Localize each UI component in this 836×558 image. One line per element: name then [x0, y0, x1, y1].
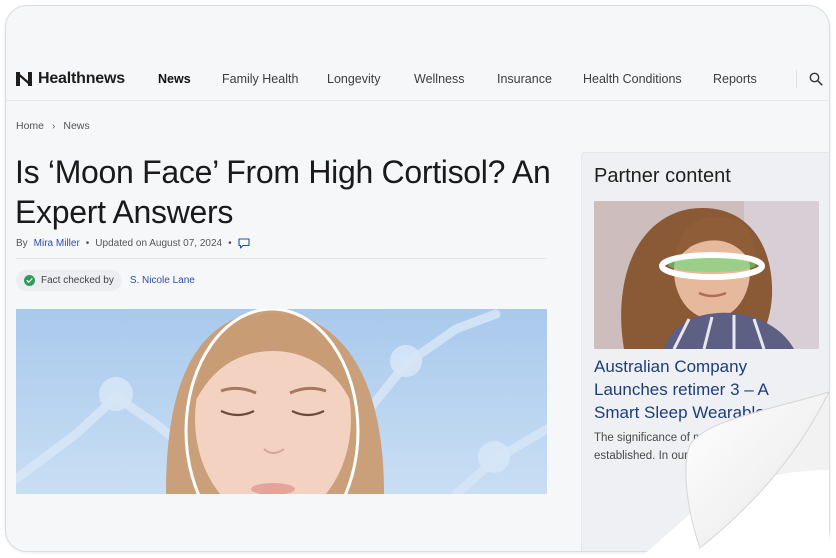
fact-check: Fact checked by S. Nicole Lane — [16, 270, 195, 291]
breadcrumb-home[interactable]: Home — [16, 120, 44, 132]
partner-article-title[interactable]: Australian Company Launches retimer 3 – … — [594, 355, 814, 424]
byline-divider — [16, 258, 547, 259]
fact-check-badge: Fact checked by — [16, 270, 122, 291]
byline-dot: • — [228, 238, 232, 249]
top-navigation: Healthnews News Family Health Longevity … — [6, 56, 829, 101]
byline-prefix: By — [16, 238, 28, 249]
partner-photo-illustration — [594, 201, 819, 349]
breadcrumb-news[interactable]: News — [63, 120, 89, 132]
author-link[interactable]: Mira Miller — [34, 238, 80, 249]
browser-page: Healthnews News Family Health Longevity … — [5, 5, 830, 552]
sidebar-heading: Partner content — [594, 165, 731, 187]
article-byline: By Mira Miller • Updated on August 07, 2… — [16, 238, 250, 249]
healthnews-logo-icon — [16, 72, 32, 86]
brand-logo[interactable]: Healthnews — [16, 70, 125, 88]
nav-item-longevity[interactable]: Longevity — [327, 72, 381, 86]
partner-article-excerpt: The significance of mental, and emoti es… — [594, 432, 785, 462]
breadcrumb: Home › News — [16, 120, 90, 132]
article-hero-image — [16, 309, 547, 494]
article-title: Is ‘Moon Face’ From High Cortisol? An Ex… — [15, 154, 551, 230]
nav-item-wellness[interactable]: Wellness — [414, 72, 464, 86]
fact-check-label: Fact checked by — [41, 275, 114, 286]
partner-content-sidebar: Partner content Australian Company Launc… — [581, 152, 829, 551]
nav-item-family-health[interactable]: Family Health — [222, 72, 298, 86]
byline-dot: • — [85, 238, 90, 249]
partner-article-image[interactable] — [594, 201, 819, 349]
brand-name: Healthnews — [38, 70, 125, 87]
check-circle-icon — [24, 275, 35, 286]
nav-item-insurance[interactable]: Insurance — [497, 72, 552, 86]
nav-item-reports[interactable]: Reports — [713, 72, 757, 86]
nav-item-health-conditions[interactable]: Health Conditions — [583, 72, 682, 86]
updated-date: Updated on August 07, 2024 — [95, 238, 223, 249]
chevron-right-icon: › — [52, 120, 56, 132]
nav-divider — [796, 70, 797, 88]
nav-item-news[interactable]: News — [158, 72, 191, 86]
hero-illustration — [16, 309, 547, 494]
fact-checker-link[interactable]: S. Nicole Lane — [130, 275, 195, 286]
search-icon[interactable] — [809, 72, 823, 86]
comment-icon[interactable] — [238, 238, 250, 249]
